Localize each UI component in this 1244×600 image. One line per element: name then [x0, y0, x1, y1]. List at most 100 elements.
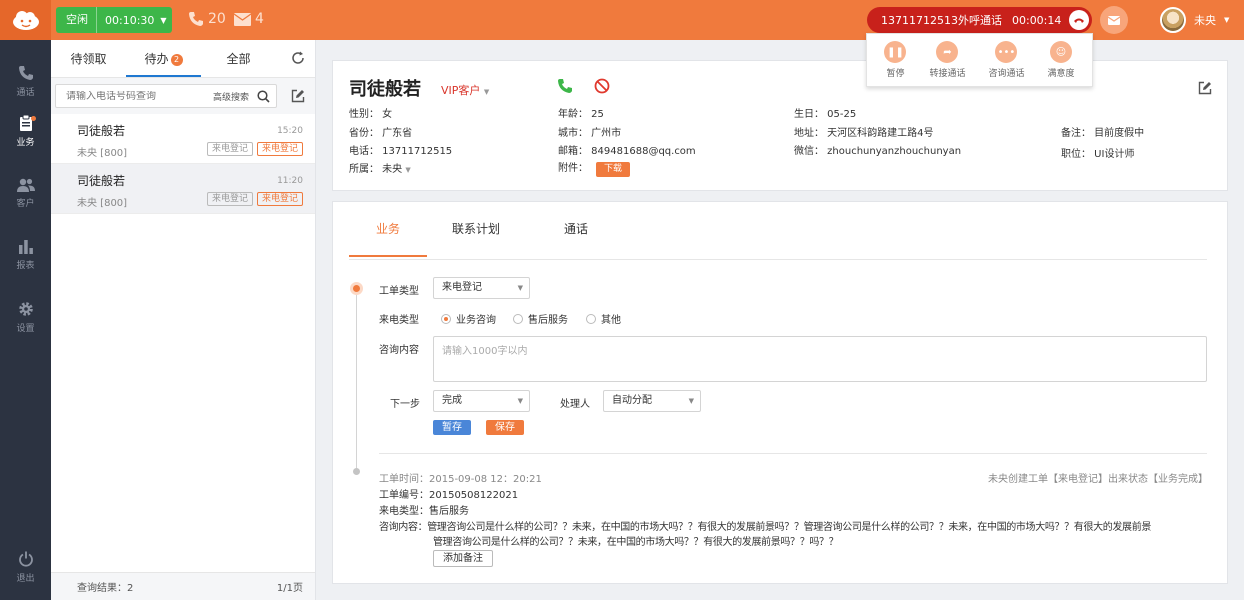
status-timer: 00:10:30 — [105, 13, 155, 27]
attachment-field: 附件： 下载 — [558, 159, 631, 177]
status-tag: 来电登记 — [206, 192, 253, 206]
missed-calls[interactable]: 20 — [188, 11, 226, 27]
tab-all[interactable]: 全部 — [201, 40, 276, 77]
record-content: 咨询内容：管理咨询公司是什么样的公司？？未来，在中国的市场大吗？？有很大的发展前… — [379, 522, 1151, 533]
block-customer-button[interactable] — [594, 78, 610, 97]
satisfaction-button[interactable]: ☺ 满意度 — [1047, 41, 1074, 79]
new-ticket-button[interactable] — [291, 89, 305, 103]
transfer-call-button[interactable]: ➦ 转接通话 — [929, 41, 965, 79]
save-button[interactable]: 保存 — [486, 420, 524, 435]
smile-icon: ☺ — [1049, 41, 1072, 63]
agent-status-dropdown[interactable]: 空闲 00:10:30 ▼ — [56, 7, 172, 33]
envelope-icon — [1108, 15, 1120, 25]
next-step-select[interactable]: 完成 ▼ — [433, 390, 530, 412]
nav-item-business[interactable]: 业务 — [0, 106, 51, 156]
messages-count: 4 — [255, 11, 264, 27]
wechat-field: 微信： zhouchunyanzhouchunyan — [794, 146, 962, 157]
position-field: 职位： UI设计师 — [1061, 149, 1135, 160]
caret-down-icon: ▼ — [517, 397, 523, 405]
power-icon — [18, 551, 33, 567]
customer-level-dropdown[interactable]: VIP客户 ▼ — [441, 82, 489, 98]
pager[interactable]: 1/1页 — [277, 579, 303, 594]
messages[interactable]: 4 — [234, 11, 264, 27]
user-menu[interactable]: 未央 ▼ — [1160, 7, 1229, 33]
add-note-button[interactable]: 添加备注 — [433, 550, 493, 567]
phone-search-input[interactable] — [66, 90, 213, 102]
status-tag: 来电登记 — [206, 142, 253, 156]
content-textarea[interactable]: 请输入1000字以内 — [433, 336, 1207, 382]
phone-field: 电话： 13711712515 — [349, 146, 453, 157]
list-footer: 查询结果：2 1/1页 — [51, 572, 315, 600]
nav-label: 退出 — [16, 573, 35, 584]
item-tags: 来电登记 来电登记 — [206, 192, 303, 206]
order-type-select[interactable]: 来电登记 ▼ — [433, 277, 530, 299]
age-field: 年龄： 25 — [558, 109, 604, 120]
pause-call-button[interactable]: ❚❚ 暂停 — [884, 41, 907, 79]
handler-label: 处理人 — [560, 399, 590, 410]
consult-call-button[interactable]: ••• 咨询通话 — [988, 41, 1024, 79]
temp-save-button[interactable]: 暂存 — [433, 420, 471, 435]
refresh-button[interactable] — [291, 51, 305, 68]
order-type-label: 工单类型 — [379, 286, 419, 297]
record-call-type: 来电类型：售后服务 — [379, 506, 469, 517]
business-panel: 业务 联系计划 通话 工单类型 来电登记 ▼ 来电类型 业务咨询 售后服务 其他 … — [332, 201, 1228, 584]
record-time: 工单时间：2015-09-08 12：20:21 — [379, 474, 542, 485]
edit-icon — [1198, 81, 1212, 95]
list-item[interactable]: 司徒般若 15:20 未央 [800] 来电登记 来电登记 — [51, 114, 315, 164]
radio-label: 售后服务 — [528, 315, 568, 326]
tab-pending-claim[interactable]: 待领取 — [51, 40, 126, 77]
notification-dot — [31, 116, 36, 121]
caret-down-icon: ▼ — [160, 15, 167, 25]
caret-down-icon: ▼ — [405, 166, 411, 174]
call-customer-button[interactable] — [557, 78, 573, 97]
timeline-active-dot — [350, 282, 363, 295]
advanced-search-link[interactable]: 高级搜索 — [213, 90, 249, 103]
address-field: 地址： 天河区科韵路建工路4号 — [794, 128, 934, 139]
nav-item-customers[interactable]: 客户 — [0, 168, 51, 218]
customer-level: VIP客户 — [441, 84, 481, 97]
timeline-line — [356, 288, 357, 473]
edit-customer-button[interactable] — [1198, 81, 1212, 98]
app-logo[interactable] — [0, 0, 51, 40]
owner-field[interactable]: 所属： 未央 ▼ — [349, 160, 411, 175]
nav-label: 设置 — [16, 323, 35, 334]
radio-after-sales[interactable]: 售后服务 — [513, 311, 568, 326]
tab-todo[interactable]: 待办 2 — [126, 40, 201, 77]
radio-checked-icon — [441, 313, 451, 324]
next-step-value: 完成 — [442, 395, 462, 406]
hangup-button[interactable] — [1069, 10, 1089, 30]
notification-button[interactable] — [1100, 6, 1128, 34]
caret-down-icon: ▼ — [1224, 16, 1230, 24]
item-name: 司徒般若 — [77, 174, 126, 188]
radio-unchecked-icon — [586, 313, 596, 324]
status-tag: 来电登记 — [256, 192, 303, 206]
tab-label: 待领取 — [70, 52, 107, 66]
nav-item-reports[interactable]: 报表 — [0, 230, 51, 280]
nav-item-calls[interactable]: 通话 — [0, 56, 51, 106]
tab-business[interactable]: 业务 — [349, 216, 427, 257]
nav-label: 通话 — [16, 87, 35, 98]
phone-icon — [18, 65, 33, 80]
list-item[interactable]: 司徒般若 11:20 未央 [800] 来电登记 来电登记 — [51, 164, 315, 214]
order-type-value: 来电登记 — [442, 282, 482, 293]
email-field: 邮箱： 849481688@qq.com — [558, 146, 696, 157]
search-icon[interactable] — [257, 89, 270, 103]
nav-item-logout[interactable]: 退出 — [0, 542, 51, 592]
nav-item-settings[interactable]: 设置 — [0, 292, 51, 342]
radio-other[interactable]: 其他 — [586, 311, 621, 326]
birthday-field: 生日： 05-25 — [794, 109, 857, 120]
user-name: 未央 — [1194, 14, 1216, 27]
tab-label: 待办 — [144, 52, 169, 66]
bar-chart-icon — [18, 240, 33, 254]
item-tags: 来电登记 来电登记 — [206, 142, 303, 156]
refresh-icon — [292, 51, 304, 64]
nav-label: 报表 — [16, 261, 35, 271]
download-button[interactable]: 下载 — [596, 162, 631, 177]
search-box: 高级搜索 — [55, 84, 277, 108]
handler-select[interactable]: 自动分配 ▼ — [603, 390, 701, 412]
active-call-bar[interactable]: 13711712513外呼通话 00:00:14 — [867, 7, 1092, 33]
customer-info-card: 司徒般若 VIP客户 ▼ 性别： 女 年龄： 25 生日： 05-25 省份： … — [332, 60, 1228, 191]
radio-business-inquiry[interactable]: 业务咨询 — [441, 311, 496, 326]
tab-calls[interactable]: 通话 — [537, 216, 615, 257]
tab-contact-plan[interactable]: 联系计划 — [437, 216, 515, 257]
